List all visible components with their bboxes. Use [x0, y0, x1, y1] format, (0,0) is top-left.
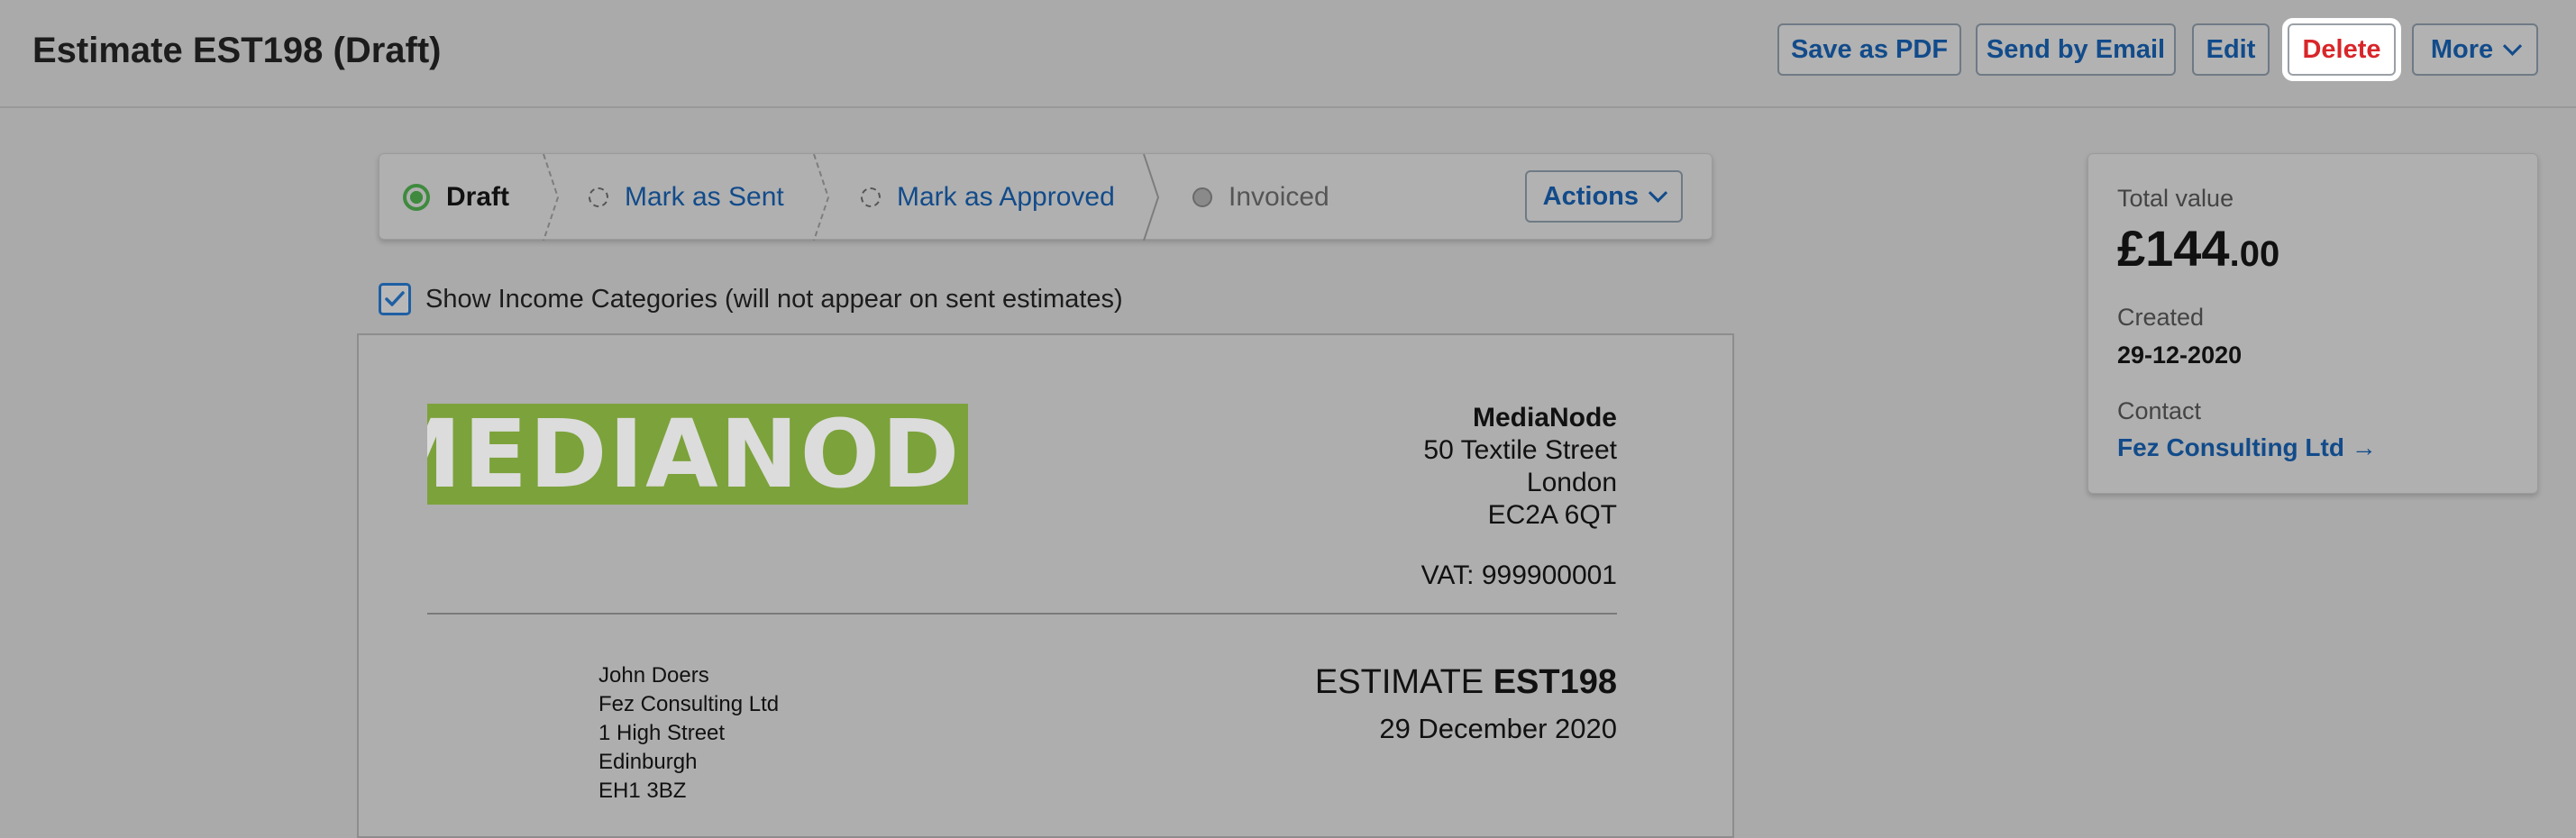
active-step-icon — [403, 184, 430, 211]
top-bar: Estimate EST198 (Draft) Save as PDF Send… — [0, 0, 2576, 108]
company-logo: MEDIANODE — [427, 404, 968, 505]
total-value: £144.00 — [2117, 219, 2279, 278]
step-mark-as-sent-label: Mark as Sent — [625, 182, 784, 212]
recipient-city: Edinburgh — [598, 750, 698, 774]
step-draft: Draft — [403, 154, 509, 241]
delete-button[interactable]: Delete — [2282, 18, 2401, 81]
send-by-email-button[interactable]: Send by Email — [1976, 23, 2176, 76]
total-value-label: Total value — [2117, 185, 2234, 212]
step-invoiced: Invoiced — [1192, 154, 1329, 241]
company-street: 50 Textile Street — [1423, 435, 1617, 465]
recipient-company: Fez Consulting Ltd — [598, 692, 780, 716]
page-title: Estimate EST198 (Draft) — [32, 31, 442, 70]
estimate-document: MEDIANODE MediaNode 50 Textile Street Lo… — [357, 333, 1734, 838]
company-city: London — [1526, 468, 1617, 497]
edit-button[interactable]: Edit — [2192, 23, 2270, 76]
checkmark-icon — [385, 291, 405, 306]
recipient-street: 1 High Street — [598, 721, 726, 745]
status-steps: Draft Mark as Sent Mark as Approved Invo… — [379, 153, 1713, 241]
contact-label: Contact — [2117, 397, 2202, 424]
show-income-categories-checkbox[interactable] — [379, 283, 411, 315]
step-invoiced-label: Invoiced — [1229, 182, 1329, 212]
total-value-cents: .00 — [2229, 234, 2280, 274]
company-postcode: EC2A 6QT — [1487, 500, 1617, 530]
recipient-address: John Doers Fez Consulting Ltd 1 High Str… — [598, 661, 779, 806]
estimate-number: EST198 — [1493, 663, 1617, 701]
actions-button[interactable]: Actions — [1524, 170, 1683, 223]
divider — [427, 613, 1617, 615]
summary-card: Total value £144.00 Created 29-12-2020 C… — [2087, 153, 2538, 494]
total-value-main: £144 — [2117, 220, 2230, 277]
chevron-down-icon — [1648, 183, 1668, 203]
disabled-step-icon — [1192, 187, 1212, 207]
pending-step-icon — [589, 187, 608, 207]
step-separator — [813, 154, 830, 241]
step-mark-as-approved[interactable]: Mark as Approved — [861, 154, 1115, 241]
show-income-categories-label: Show Income Categories (will not appear … — [425, 284, 1123, 314]
company-address: MediaNode 50 Textile Street London EC2A … — [1423, 402, 1617, 532]
created-label: Created — [2117, 304, 2205, 331]
pending-step-icon — [861, 187, 881, 207]
created-value: 29-12-2020 — [2117, 342, 2243, 369]
show-income-categories-option[interactable]: Show Income Categories (will not appear … — [379, 283, 1123, 315]
step-draft-label: Draft — [446, 182, 510, 212]
recipient-name: John Doers — [598, 663, 709, 688]
step-separator — [543, 154, 560, 241]
more-button-label: More — [2430, 34, 2494, 64]
step-mark-as-sent[interactable]: Mark as Sent — [589, 154, 784, 241]
company-name: MediaNode — [1472, 403, 1617, 433]
more-button[interactable]: More — [2412, 23, 2538, 76]
estimate-heading: ESTIMATE EST198 29 December 2020 — [1315, 663, 1617, 745]
contact-link[interactable]: Fez Consulting Ltd → — [2117, 433, 2377, 462]
step-mark-as-approved-label: Mark as Approved — [897, 182, 1115, 212]
step-separator — [1143, 154, 1160, 241]
chevron-down-icon — [2503, 36, 2523, 56]
recipient-postcode: EH1 3BZ — [598, 779, 687, 803]
save-as-pdf-button[interactable]: Save as PDF — [1777, 23, 1961, 76]
estimate-date: 29 December 2020 — [1379, 713, 1617, 744]
estimate-label: ESTIMATE — [1314, 663, 1484, 701]
actions-button-label: Actions — [1542, 181, 1639, 211]
company-vat: VAT: 999900001 — [1420, 560, 1617, 590]
